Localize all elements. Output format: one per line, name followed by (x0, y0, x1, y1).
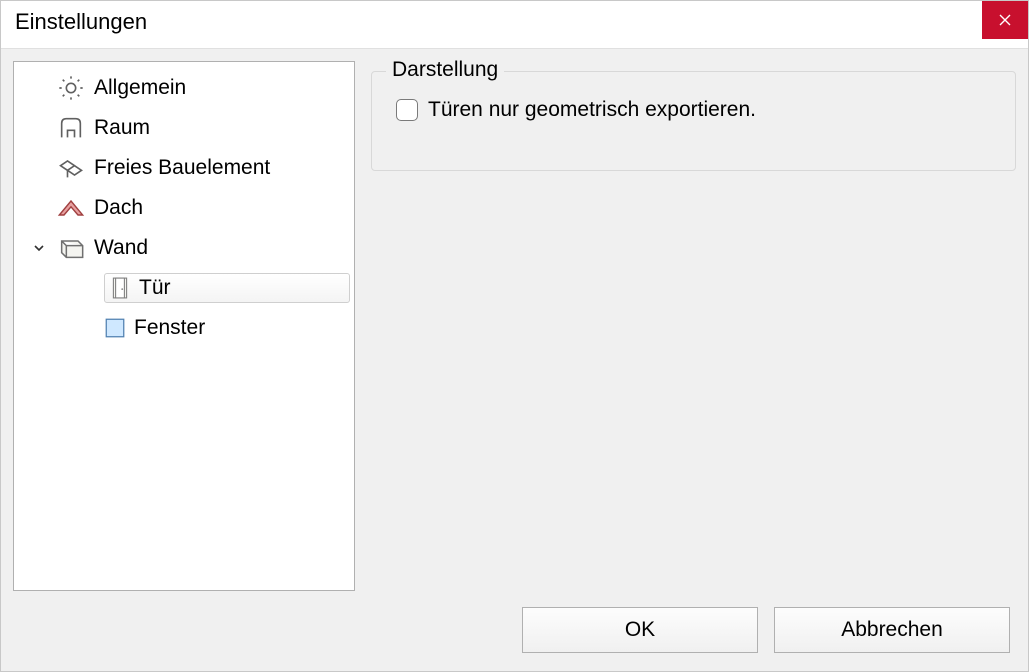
tree-item-label: Tür (139, 276, 171, 300)
tree-item-freies-bauelement[interactable]: Freies Bauelement (14, 148, 354, 188)
window-icon (104, 317, 126, 339)
tree-item-label: Allgemein (94, 76, 186, 100)
room-icon (56, 113, 86, 143)
tree-item-wand[interactable]: Wand (14, 228, 354, 268)
close-button[interactable] (982, 1, 1028, 39)
tree-item-label: Raum (94, 116, 150, 140)
tree-item-label: Dach (94, 196, 143, 220)
button-label: OK (625, 618, 655, 642)
ok-button[interactable]: OK (522, 607, 758, 653)
cancel-button[interactable]: Abbrechen (774, 607, 1010, 653)
close-icon (999, 14, 1011, 26)
tree-item-label: Fenster (134, 316, 205, 340)
chevron-down-icon[interactable] (32, 241, 46, 255)
category-tree: Allgemein Raum Freies Bauelement (13, 61, 355, 591)
tree-item-label: Wand (94, 236, 148, 260)
element-icon (56, 153, 86, 183)
darstellung-group: Darstellung Türen nur geometrisch export… (371, 71, 1016, 171)
checkbox-label: Türen nur geometrisch exportieren. (428, 98, 756, 122)
dialog-footer: OK Abbrechen (1, 591, 1028, 671)
wall-icon (56, 233, 86, 263)
gear-icon (56, 73, 86, 103)
dialog-body: Allgemein Raum Freies Bauelement (1, 49, 1028, 591)
checkbox-tueren-geometrisch[interactable]: Türen nur geometrisch exportieren. (396, 98, 995, 122)
tree-item-tuer[interactable]: Tür (14, 268, 354, 308)
group-legend: Darstellung (386, 58, 504, 82)
content-panel: Darstellung Türen nur geometrisch export… (371, 61, 1016, 591)
tree-item-dach[interactable]: Dach (14, 188, 354, 228)
tree-item-fenster[interactable]: Fenster (14, 308, 354, 348)
checkbox-box[interactable] (396, 99, 418, 121)
roof-icon (56, 193, 86, 223)
door-icon (109, 277, 131, 299)
tree-item-raum[interactable]: Raum (14, 108, 354, 148)
tree-item-label: Freies Bauelement (94, 156, 270, 180)
settings-dialog: Einstellungen Allgemein Raum (0, 0, 1029, 672)
tree-item-allgemein[interactable]: Allgemein (14, 68, 354, 108)
dialog-title: Einstellungen (1, 1, 161, 35)
button-label: Abbrechen (841, 618, 943, 642)
titlebar: Einstellungen (1, 1, 1028, 49)
